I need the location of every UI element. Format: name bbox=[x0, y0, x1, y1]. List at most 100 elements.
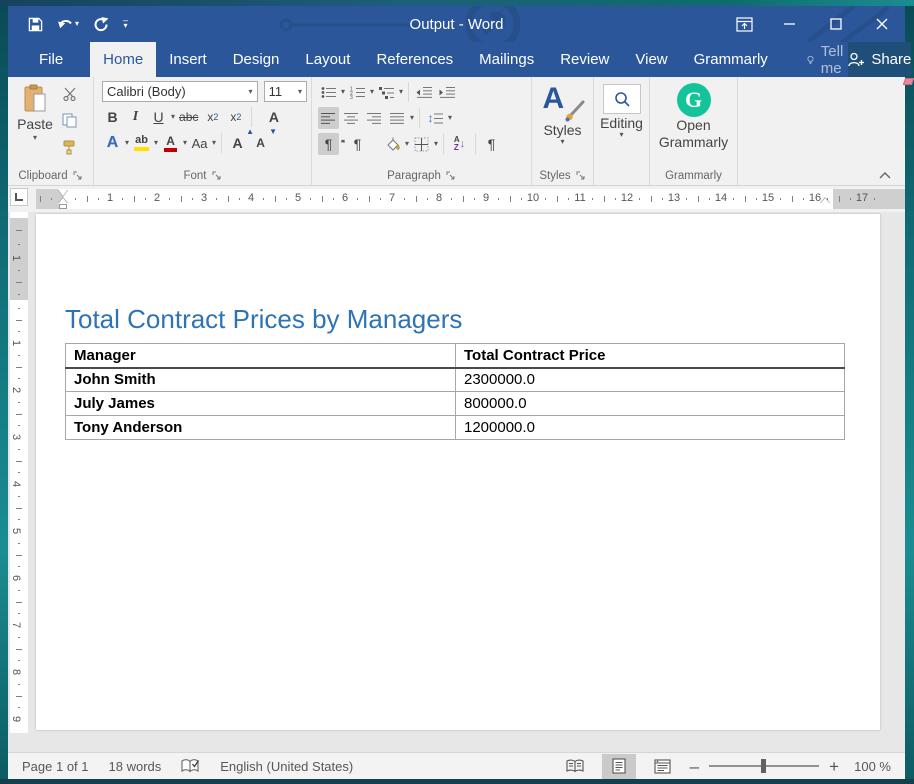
cut-icon[interactable] bbox=[62, 87, 78, 106]
shrink-font-button[interactable]: A▼ bbox=[250, 132, 271, 154]
superscript-button[interactable]: x2 bbox=[225, 106, 246, 128]
grow-font-button[interactable]: A▲ bbox=[227, 132, 248, 154]
align-center-button[interactable] bbox=[341, 107, 362, 129]
change-case-dropdown-icon[interactable]: ▾ bbox=[212, 139, 216, 147]
vertical-ruler[interactable]: 1123456789 bbox=[10, 212, 28, 733]
subscript-button[interactable]: x2 bbox=[202, 106, 223, 128]
font-size-combobox[interactable]: 11 ▾ bbox=[264, 81, 307, 102]
tab-review[interactable]: Review bbox=[547, 42, 622, 77]
tab-grammarly[interactable]: Grammarly bbox=[681, 42, 781, 77]
document-heading[interactable]: Total Contract Prices by Managers bbox=[65, 304, 462, 335]
share-button[interactable]: Share bbox=[848, 42, 911, 77]
proofing-icon[interactable] bbox=[181, 758, 200, 774]
change-case-button[interactable]: Aa bbox=[189, 132, 210, 154]
tab-view[interactable]: View bbox=[622, 42, 680, 77]
table-cell[interactable]: John Smith bbox=[66, 368, 456, 392]
table-cell[interactable]: 800000.0 bbox=[456, 392, 845, 416]
web-layout-button[interactable] bbox=[646, 754, 680, 779]
tab-mailings[interactable]: Mailings bbox=[466, 42, 547, 77]
format-painter-icon[interactable] bbox=[62, 140, 78, 160]
highlight-button[interactable]: ab bbox=[131, 132, 152, 154]
multilevel-list-icon[interactable] bbox=[376, 81, 397, 103]
styles-dialog-launcher-icon[interactable] bbox=[576, 171, 586, 181]
table-cell[interactable]: 2300000.0 bbox=[456, 368, 845, 392]
font-color-dropdown-icon[interactable]: ▾ bbox=[183, 139, 187, 147]
clear-formatting-button[interactable]: A bbox=[263, 106, 284, 128]
horizontal-ruler[interactable]: 1234567891011121314151617 bbox=[36, 189, 905, 209]
zoom-out-button[interactable]: – bbox=[690, 758, 699, 775]
copy-icon[interactable] bbox=[62, 113, 78, 133]
increase-indent-icon[interactable] bbox=[437, 81, 458, 103]
styles-button-label[interactable]: Styles bbox=[543, 122, 581, 138]
strikethrough-button[interactable]: abc bbox=[177, 106, 200, 128]
right-indent-marker[interactable] bbox=[820, 198, 830, 204]
line-spacing-dropdown-icon[interactable]: ▾ bbox=[448, 114, 452, 122]
paste-button[interactable]: Paste ▾ bbox=[12, 81, 58, 166]
multilevel-dropdown-icon[interactable]: ▾ bbox=[399, 88, 403, 96]
open-grammarly-label[interactable]: Open Grammarly bbox=[651, 117, 737, 151]
borders-icon[interactable] bbox=[411, 133, 432, 155]
ltr-paragraph-button[interactable]: ▸¶ bbox=[318, 133, 339, 155]
italic-button[interactable]: I bbox=[125, 106, 146, 128]
font-size-dropdown-icon[interactable]: ▾ bbox=[298, 88, 302, 96]
bold-button[interactable]: B bbox=[102, 106, 123, 128]
underline-button[interactable]: U bbox=[148, 106, 169, 128]
styles-dropdown-icon[interactable]: ▾ bbox=[560, 138, 564, 146]
left-indent-marker[interactable] bbox=[59, 204, 67, 209]
paste-dropdown-icon[interactable]: ▾ bbox=[33, 134, 37, 142]
tab-home[interactable]: Home bbox=[90, 42, 156, 77]
editing-button[interactable] bbox=[603, 84, 641, 114]
shading-dropdown-icon[interactable]: ▾ bbox=[405, 140, 409, 148]
editing-dropdown-icon[interactable]: ▾ bbox=[619, 131, 623, 139]
close-button[interactable] bbox=[859, 6, 905, 42]
table-cell[interactable]: July James bbox=[66, 392, 456, 416]
text-effects-button[interactable]: A bbox=[102, 132, 123, 154]
tab-insert[interactable]: Insert bbox=[156, 42, 220, 77]
underline-dropdown-icon[interactable]: ▾ bbox=[171, 113, 175, 121]
show-hide-pilcrow-button[interactable]: ¶ bbox=[481, 133, 502, 155]
tab-layout[interactable]: Layout bbox=[292, 42, 363, 77]
paragraph-dialog-launcher-icon[interactable] bbox=[446, 171, 456, 181]
font-name-dropdown-icon[interactable]: ▾ bbox=[249, 88, 253, 96]
line-spacing-icon[interactable]: ↕ bbox=[425, 107, 446, 129]
shading-bucket-icon[interactable] bbox=[382, 133, 403, 155]
numbering-icon[interactable]: 123 bbox=[347, 81, 368, 103]
table-cell[interactable]: 1200000.0 bbox=[456, 416, 845, 440]
bullets-dropdown-icon[interactable]: ▾ bbox=[341, 88, 345, 96]
sort-button[interactable]: AZ ↓ bbox=[449, 133, 470, 155]
align-left-button[interactable] bbox=[318, 107, 339, 129]
numbering-dropdown-icon[interactable]: ▾ bbox=[370, 88, 374, 96]
zoom-slider-thumb[interactable] bbox=[761, 759, 766, 773]
ribbon-display-options-button[interactable] bbox=[721, 6, 767, 42]
clipboard-dialog-launcher-icon[interactable] bbox=[73, 171, 83, 181]
page-indicator[interactable]: Page 1 of 1 bbox=[22, 759, 89, 774]
justify-dropdown-icon[interactable]: ▾ bbox=[410, 114, 414, 122]
grammarly-logo-icon[interactable]: G bbox=[677, 83, 711, 117]
rtl-paragraph-button[interactable]: ◂¶ bbox=[347, 133, 368, 155]
maximize-button[interactable] bbox=[813, 6, 859, 42]
first-line-indent-marker[interactable] bbox=[58, 189, 68, 196]
font-name-combobox[interactable]: Calibri (Body) ▾ bbox=[102, 81, 258, 102]
font-dialog-launcher-icon[interactable] bbox=[212, 171, 222, 181]
tab-file[interactable]: File bbox=[22, 42, 80, 77]
styles-gallery-icon[interactable]: A bbox=[543, 83, 583, 121]
tab-selector[interactable] bbox=[10, 188, 28, 206]
editing-button-label[interactable]: Editing bbox=[600, 115, 643, 131]
document-table[interactable]: ManagerTotal Contract PriceJohn Smith230… bbox=[65, 343, 845, 440]
table-header-cell[interactable]: Manager bbox=[66, 344, 456, 368]
tab-references[interactable]: References bbox=[363, 42, 466, 77]
zoom-slider[interactable] bbox=[709, 765, 819, 767]
collapse-ribbon-icon[interactable] bbox=[879, 172, 891, 179]
bullets-icon[interactable] bbox=[318, 81, 339, 103]
font-color-button[interactable]: A bbox=[160, 132, 181, 154]
decrease-indent-icon[interactable] bbox=[414, 81, 435, 103]
tell-me-box[interactable]: Tell me bbox=[807, 42, 849, 77]
table-header-cell[interactable]: Total Contract Price bbox=[456, 344, 845, 368]
borders-dropdown-icon[interactable]: ▾ bbox=[434, 140, 438, 148]
minimize-button[interactable] bbox=[767, 6, 813, 42]
highlight-dropdown-icon[interactable]: ▾ bbox=[154, 139, 158, 147]
print-layout-button[interactable] bbox=[602, 754, 636, 779]
align-right-button[interactable] bbox=[364, 107, 385, 129]
read-mode-button[interactable] bbox=[558, 754, 592, 779]
zoom-in-button[interactable]: + bbox=[829, 758, 839, 775]
